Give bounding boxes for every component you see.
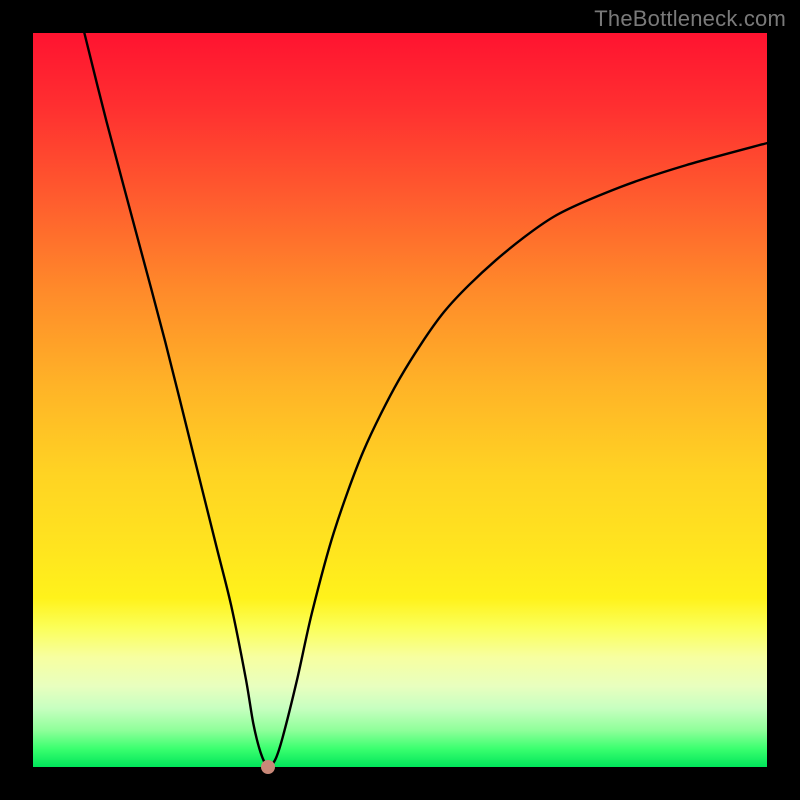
- plot-area: [33, 33, 767, 767]
- watermark-text: TheBottleneck.com: [594, 6, 786, 32]
- optimum-marker: [261, 760, 275, 774]
- chart-frame: TheBottleneck.com: [0, 0, 800, 800]
- bottleneck-curve: [33, 33, 767, 767]
